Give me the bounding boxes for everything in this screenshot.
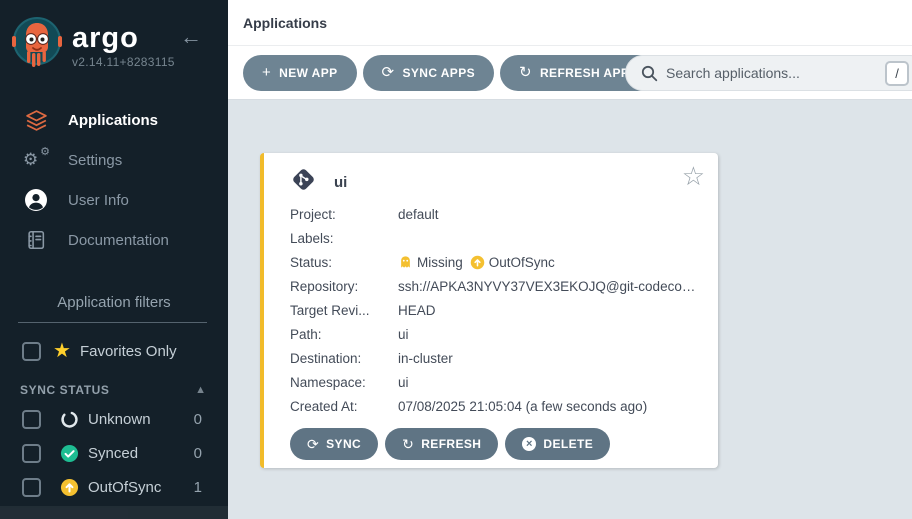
sidebar-bottom-fade xyxy=(0,506,228,519)
sync-icon: ⟳ xyxy=(382,65,395,80)
search-box: / xyxy=(625,55,912,91)
favorites-only-filter: ★ Favorites Only xyxy=(0,337,228,365)
filter-row-outofsync: OutOfSync 1 xyxy=(0,470,228,504)
logo-row: argo v2.14.11+8283115 xyxy=(10,15,175,71)
applications-list: ☆ ui xyxy=(228,100,912,519)
favorite-toggle-star-icon[interactable]: ☆ xyxy=(682,163,705,189)
refresh-icon: ↻ xyxy=(402,436,414,453)
sidebar-item-applications[interactable]: Applications xyxy=(0,100,228,140)
synced-status-icon xyxy=(60,444,79,463)
collapse-section-icon[interactable]: ▲ xyxy=(195,384,206,396)
sync-apps-button[interactable]: ⟳ SYNC APPS xyxy=(363,55,494,91)
sync-icon: ⟳ xyxy=(307,436,319,453)
sidebar-item-user-info[interactable]: User Info xyxy=(0,180,228,220)
page-title: Applications xyxy=(243,15,327,31)
user-icon xyxy=(23,188,49,212)
field-namespace: Namespace: ui xyxy=(290,370,702,394)
field-path: Path: ui xyxy=(290,322,702,346)
filter-count: 0 xyxy=(194,445,202,462)
toolbar: + NEW APP ⟳ SYNC APPS ↻ REFRESH APPS xyxy=(228,46,912,100)
unknown-checkbox[interactable] xyxy=(22,410,41,429)
filter-label: Synced xyxy=(88,445,138,462)
argo-octopus-logo-icon xyxy=(10,15,64,71)
application-filters-panel: Application filters ★ Favorites Only SYN… xyxy=(0,294,228,504)
filter-label: Unknown xyxy=(88,411,151,428)
sync-apps-label: SYNC APPS xyxy=(403,66,476,80)
outofsync-checkbox[interactable] xyxy=(22,478,41,497)
page-header: Applications xyxy=(228,0,912,46)
git-repo-icon xyxy=(290,166,317,198)
application-card-ui[interactable]: ☆ ui xyxy=(260,153,718,468)
new-app-button[interactable]: + NEW APP xyxy=(243,55,357,91)
sync-status-section-header: SYNC STATUS ▲ xyxy=(0,378,228,402)
field-status: Status: Missing xyxy=(290,250,702,274)
outofsync-status-icon xyxy=(60,478,79,497)
filter-label: OutOfSync xyxy=(88,479,161,496)
sidebar-item-label: Settings xyxy=(68,152,122,169)
search-input[interactable] xyxy=(666,65,885,81)
main-area: Applications + NEW APP ⟳ SYNC APPS ↻ REF… xyxy=(228,0,912,519)
sidebar: argo v2.14.11+8283115 ← Applications ⚙⚙ xyxy=(0,0,228,519)
gear-icon: ⚙⚙ xyxy=(23,148,49,172)
outofsync-arrow-icon xyxy=(470,255,485,270)
refresh-icon: ↻ xyxy=(519,65,532,80)
sync-status-label[interactable]: OutOfSync xyxy=(489,255,555,270)
argocd-applications-page: argo v2.14.11+8283115 ← Applications ⚙⚙ xyxy=(0,0,912,519)
delete-circle-x-icon: × xyxy=(522,437,536,451)
unknown-status-icon xyxy=(60,410,79,429)
filters-title: Application filters xyxy=(0,294,228,311)
collapse-sidebar-icon[interactable]: ← xyxy=(180,26,202,48)
layers-icon xyxy=(23,108,49,133)
card-inner: ui Project: default Labels: Status: xyxy=(264,153,718,460)
logo-texts: argo v2.14.11+8283115 xyxy=(72,23,175,69)
search-icon xyxy=(641,65,658,82)
filter-row-unknown: Unknown 0 xyxy=(0,402,228,436)
card-header: ui xyxy=(290,165,702,199)
field-project: Project: default xyxy=(290,202,702,226)
favorite-star-icon: ★ xyxy=(53,341,71,361)
health-missing-ghost-icon xyxy=(398,255,413,270)
field-destination: Destination: in-cluster xyxy=(290,346,702,370)
favorites-only-checkbox[interactable] xyxy=(22,342,41,361)
sync-status-title: SYNC STATUS xyxy=(20,383,110,397)
logo-wordmark: argo xyxy=(72,23,175,53)
field-created-at: Created At: 07/08/2025 21:05:04 (a few s… xyxy=(290,394,702,418)
sidebar-item-label: Documentation xyxy=(68,232,169,249)
card-sync-button[interactable]: ⟳ SYNC xyxy=(290,428,378,460)
card-delete-button[interactable]: × DELETE xyxy=(505,428,610,460)
sidebar-item-label: User Info xyxy=(68,192,129,209)
health-status-label[interactable]: Missing xyxy=(417,255,463,270)
field-target-revision: Target Revi... HEAD xyxy=(290,298,702,322)
new-app-label: NEW APP xyxy=(279,66,337,80)
favorites-only-label: Favorites Only xyxy=(80,343,177,360)
sidebar-nav: Applications ⚙⚙ Settings User Info xyxy=(0,100,228,260)
filter-row-synced: Synced 0 xyxy=(0,436,228,470)
sidebar-item-label: Applications xyxy=(68,112,158,129)
sidebar-item-documentation[interactable]: Documentation xyxy=(0,220,228,260)
field-labels: Labels: xyxy=(290,226,702,250)
slash-shortcut-badge: / xyxy=(885,61,909,86)
filter-count: 0 xyxy=(194,411,202,428)
card-actions: ⟳ SYNC ↻ REFRESH × DELETE xyxy=(290,428,702,460)
book-icon xyxy=(23,229,49,251)
filters-divider xyxy=(18,322,207,323)
application-name[interactable]: ui xyxy=(334,174,347,191)
synced-checkbox[interactable] xyxy=(22,444,41,463)
field-repository: Repository: ssh://APKA3NYVY37VEX3EKOJQ@g… xyxy=(290,274,702,298)
plus-icon: + xyxy=(262,65,271,80)
refresh-apps-label: REFRESH APPS xyxy=(540,66,638,80)
sidebar-item-settings[interactable]: ⚙⚙ Settings xyxy=(0,140,228,180)
filter-count: 1 xyxy=(194,479,202,496)
card-refresh-button[interactable]: ↻ REFRESH xyxy=(385,428,498,460)
version-label: v2.14.11+8283115 xyxy=(72,55,175,69)
